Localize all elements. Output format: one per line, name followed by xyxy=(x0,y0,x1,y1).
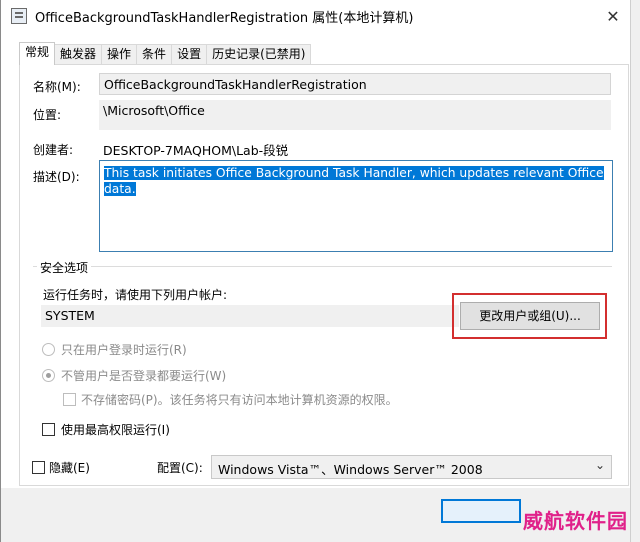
tab-triggers[interactable]: 触发器 xyxy=(54,44,103,64)
title-bar: OfficeBackgroundTaskHandlerRegistration … xyxy=(1,0,631,32)
do-not-store-password-label: 不存储密码(P)。该任务将只有访问本地计算机资源的权限。 xyxy=(81,393,398,407)
tab-settings[interactable]: 设置 xyxy=(171,44,208,64)
author-label: 创建者: xyxy=(33,143,74,157)
configure-for-select[interactable]: Windows Vista™、Windows Server™ 2008 ⌄ xyxy=(211,455,612,479)
highlight-annotation xyxy=(452,293,607,339)
run-only-logged-on-radio[interactable] xyxy=(42,343,55,356)
name-field[interactable]: OfficeBackgroundTaskHandlerRegistration xyxy=(99,73,611,95)
location-field[interactable]: \Microsoft\Office xyxy=(99,100,611,130)
highest-privileges-checkbox[interactable] xyxy=(42,423,55,436)
name-label: 名称(M): xyxy=(33,80,81,94)
task-scheduler-icon xyxy=(11,8,27,24)
task-properties-window: OfficeBackgroundTaskHandlerRegistration … xyxy=(0,0,631,542)
security-options-title: 安全选项 xyxy=(37,259,92,276)
run-as-label: 运行任务时，请使用下列用户帐户: xyxy=(43,288,228,302)
hidden-checkbox[interactable] xyxy=(32,461,45,474)
description-textarea[interactable]: This task initiates Office Background Ta… xyxy=(99,160,613,252)
chevron-down-icon: ⌄ xyxy=(594,458,605,472)
window-title: OfficeBackgroundTaskHandlerRegistration … xyxy=(35,10,414,26)
run-whether-logged-on-radio[interactable] xyxy=(42,369,55,382)
run-whether-logged-on-label: 不管用户是否登录都要运行(W) xyxy=(61,369,227,383)
location-label: 位置: xyxy=(33,108,62,122)
user-account-field[interactable]: SYSTEM xyxy=(41,305,459,327)
description-label: 描述(D): xyxy=(33,170,80,184)
configure-for-value: Windows Vista™、Windows Server™ 2008 xyxy=(218,462,483,477)
tab-actions[interactable]: 操作 xyxy=(101,44,138,64)
tab-history[interactable]: 历史记录(已禁用) xyxy=(206,44,312,64)
hidden-label: 隐藏(E) xyxy=(49,461,90,475)
background-window-edge xyxy=(630,0,640,542)
ok-button[interactable] xyxy=(441,499,521,523)
close-button[interactable]: ✕ xyxy=(601,4,625,28)
description-text: This task initiates Office Background Ta… xyxy=(104,166,604,196)
author-field[interactable]: DESKTOP-7MAQHOM\Lab-段锐 xyxy=(99,137,611,159)
tab-conditions[interactable]: 条件 xyxy=(136,44,173,64)
run-only-logged-on-label: 只在用户登录时运行(R) xyxy=(61,343,187,357)
tab-general[interactable]: 常规 xyxy=(19,42,56,65)
do-not-store-password-checkbox[interactable] xyxy=(63,393,76,406)
highest-privileges-label: 使用最高权限运行(I) xyxy=(61,423,170,437)
tab-strip: 常规 触发器 操作 条件 设置 历史记录(已禁用) xyxy=(19,42,312,65)
configure-label: 配置(C): xyxy=(157,461,203,475)
watermark-text: 威航软件园 xyxy=(523,509,628,533)
